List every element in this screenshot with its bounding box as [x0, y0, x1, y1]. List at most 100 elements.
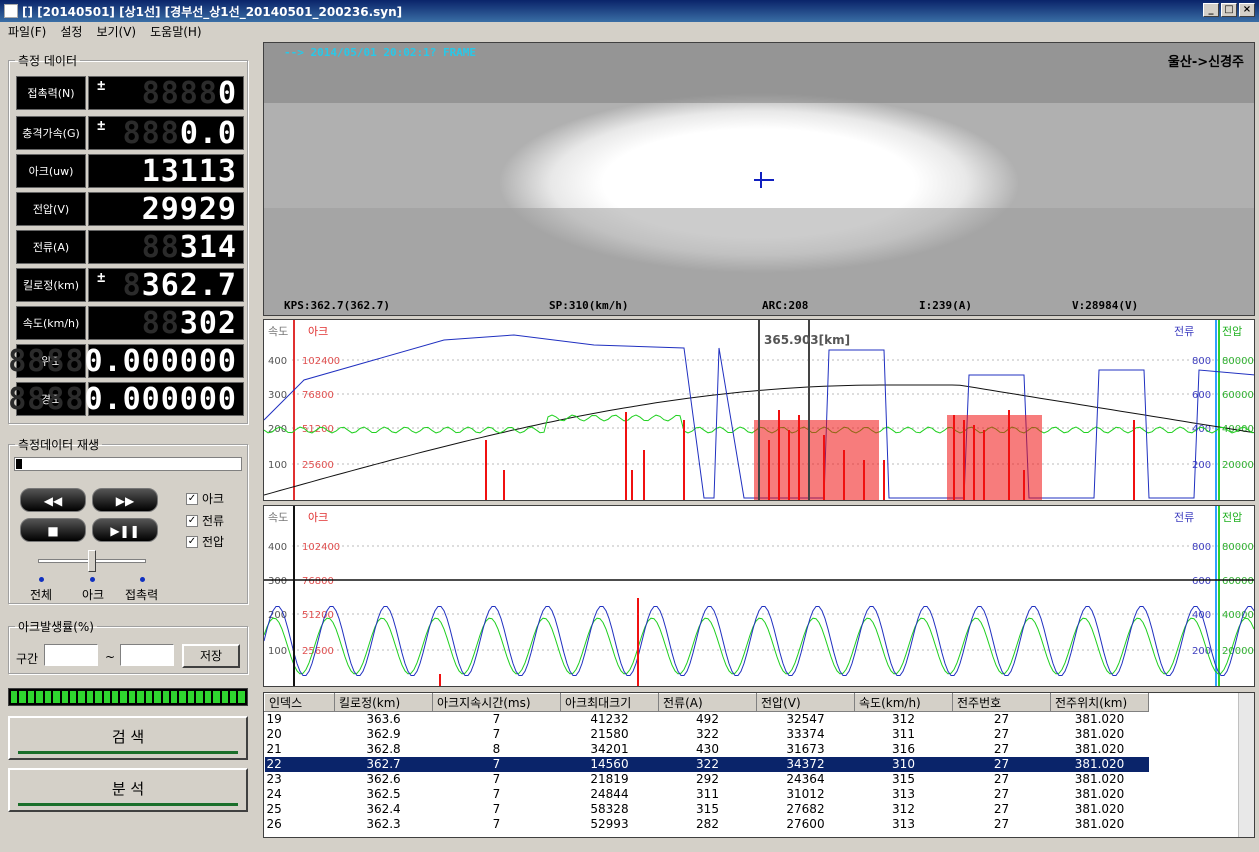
- table-cell: 34372: [756, 756, 855, 772]
- window-title: [] [20140501] [상1선] [경부선_상1선_20140501_20…: [22, 4, 403, 19]
- rewind-button[interactable]: ◀◀: [20, 488, 86, 512]
- level-segment: [154, 691, 161, 703]
- measure-ghost-digits: 88: [141, 229, 180, 265]
- table-row[interactable]: 19 363.6 7 41232 492 32547 312 27 381.020: [265, 712, 1149, 727]
- table-cell: 24364: [786, 772, 825, 786]
- video-kps: KPS:362.7(362.7): [284, 299, 390, 312]
- mode-slider-thumb[interactable]: [88, 550, 96, 572]
- table-cell: 381.020: [1074, 802, 1125, 816]
- menu-settings[interactable]: 설정: [60, 23, 82, 40]
- column-header[interactable]: 아크지속시간(ms): [432, 693, 561, 712]
- analyze-button[interactable]: 분 석: [8, 768, 248, 812]
- camera-video-frame[interactable]: --> 2014/05/01 20:02:1? FRAME 울산->신경주 KP…: [263, 42, 1255, 316]
- current-tick: 600: [1192, 576, 1211, 587]
- arc-event-table[interactable]: 인덱스 킬로정(km) 아크지속시간(ms) 아크최대크기 전류(A) 전압(V) 속도(k…: [263, 692, 1255, 838]
- table-row[interactable]: 23 362.6 7 21819 292 24364 315 27 381.020: [265, 772, 1149, 787]
- table-row[interactable]: 25 362.4 7 58328 315 27682 312 27 381.020: [265, 802, 1149, 817]
- level-segment: [162, 691, 170, 703]
- video-speed: SP:310(km/h): [549, 299, 629, 312]
- slider-tick-dot: [90, 577, 95, 582]
- range-end-input[interactable]: [120, 644, 174, 666]
- level-segment: [103, 691, 111, 703]
- menu-view[interactable]: 보기(V): [96, 23, 136, 40]
- level-segment: [11, 691, 18, 703]
- maximize-button[interactable]: □: [1221, 3, 1237, 17]
- check-arc[interactable]: ✓ 아크: [186, 490, 224, 507]
- table-scrollbar[interactable]: [1238, 693, 1254, 837]
- check-voltage[interactable]: ✓ 전압: [186, 533, 224, 550]
- arc-cluster: [754, 420, 879, 500]
- column-header[interactable]: 전주번호: [952, 693, 1051, 712]
- column-header[interactable]: 전류(A): [658, 693, 757, 712]
- table-cell: 22: [264, 756, 335, 772]
- fast-forward-button[interactable]: ▶▶: [92, 488, 158, 512]
- search-button[interactable]: 검 색: [8, 716, 248, 760]
- measure-value: 362.7: [141, 267, 237, 303]
- measure-label: 아크(uw): [16, 154, 86, 188]
- measure-row: 킬로정(km) ±8 362.7: [16, 267, 244, 303]
- close-button[interactable]: ×: [1239, 3, 1255, 17]
- table-cell: 7: [492, 712, 501, 727]
- table-cell: 381.020: [1074, 742, 1125, 756]
- range-label: 구간: [16, 652, 39, 666]
- level-segment: [120, 691, 127, 703]
- level-segment: [95, 691, 102, 703]
- measure-row: 전류(A) 88 314: [16, 229, 244, 265]
- column-header[interactable]: 전주위치(km): [1050, 693, 1149, 712]
- replay-legend: 측정데이터 재생: [18, 438, 100, 452]
- column-header[interactable]: 아크최대크기: [560, 693, 659, 712]
- arc-axis-title: 아크: [308, 511, 328, 524]
- checkbox-voltage[interactable]: ✓: [186, 535, 198, 548]
- column-header[interactable]: 킬로정(km): [334, 693, 433, 712]
- table-cell: 381.020: [1074, 817, 1125, 831]
- menu-help[interactable]: 도움말(H): [150, 23, 202, 40]
- speed-tick: 100: [268, 460, 287, 471]
- table-row[interactable]: 22 362.7 7 14560 322 34372 310 27 381.020: [264, 756, 1149, 772]
- checkbox-current[interactable]: ✓: [186, 514, 198, 527]
- measure-row: 경도 8888 0.000000: [8, 381, 244, 417]
- measure-label: 킬로정(km): [16, 268, 86, 302]
- table-cell: 41232: [590, 712, 629, 727]
- measure-display: 8888 0.000000: [8, 381, 244, 417]
- measure-value: 0: [217, 75, 237, 111]
- save-button[interactable]: 저장: [182, 644, 240, 668]
- table-cell: 27682: [786, 802, 825, 816]
- minimize-button[interactable]: _: [1203, 3, 1219, 17]
- arcrate-legend: 아크발생률(%): [18, 620, 94, 634]
- column-header[interactable]: 속도(km/h): [854, 693, 953, 712]
- speed-tick: 400: [268, 542, 287, 553]
- measure-row: 아크(uw) 13113: [16, 154, 244, 189]
- range-start-input[interactable]: [44, 644, 98, 666]
- level-segment: [61, 691, 68, 703]
- table-cell: 310: [854, 756, 953, 772]
- arc-tick: 76800: [302, 576, 334, 587]
- checkbox-arc[interactable]: ✓: [186, 492, 198, 505]
- level-segment: [204, 691, 212, 703]
- replay-progress[interactable]: [14, 457, 242, 471]
- table-cell: 363.6: [366, 712, 401, 727]
- column-header[interactable]: 전압(V): [756, 693, 855, 712]
- level-segment: [112, 691, 119, 703]
- table-cell: 7: [492, 772, 501, 786]
- table-row[interactable]: 26 362.3 7 52993 282 27600 313 27 381.020: [265, 817, 1149, 832]
- table-row[interactable]: 24 362.5 7 24844 311 31012 313 27 381.020: [265, 787, 1149, 802]
- arc-tick: 76800: [302, 390, 334, 401]
- slider-label-contact: 접촉력: [125, 588, 159, 602]
- speed-axis-title: 속도: [268, 325, 288, 338]
- menu-file[interactable]: 파일(F): [8, 23, 46, 40]
- detail-chart[interactable]: 속도 아크 전류 전압 400 102400 800 80000 300 76800 600 6000…: [263, 505, 1255, 687]
- table-row[interactable]: 20 362.9 7 21580 322 33374 311 27 381.020: [265, 727, 1149, 742]
- column-header[interactable]: 인덱스: [264, 693, 335, 712]
- measure-display: ±8888 0: [88, 75, 244, 111]
- check-current[interactable]: ✓ 전류: [186, 512, 224, 529]
- stop-button[interactable]: ■: [20, 518, 86, 542]
- level-segment: [229, 691, 237, 703]
- measure-value: 0.000000: [84, 381, 237, 417]
- slider-tick-dot: [140, 577, 145, 582]
- measure-row: 충격가속(G) ±888 0.0: [16, 116, 244, 151]
- table-cell: 322: [696, 727, 719, 741]
- table-row[interactable]: 21 362.8 8 34201 430 31673 316 27 381.020: [265, 742, 1149, 757]
- table-cell: 282: [696, 817, 719, 831]
- overview-chart[interactable]: 속도 아크 전류 전압 400 102400 800 80000 300 76800 600 6000…: [263, 319, 1255, 501]
- play-pause-button[interactable]: ▶❚❚: [92, 518, 158, 542]
